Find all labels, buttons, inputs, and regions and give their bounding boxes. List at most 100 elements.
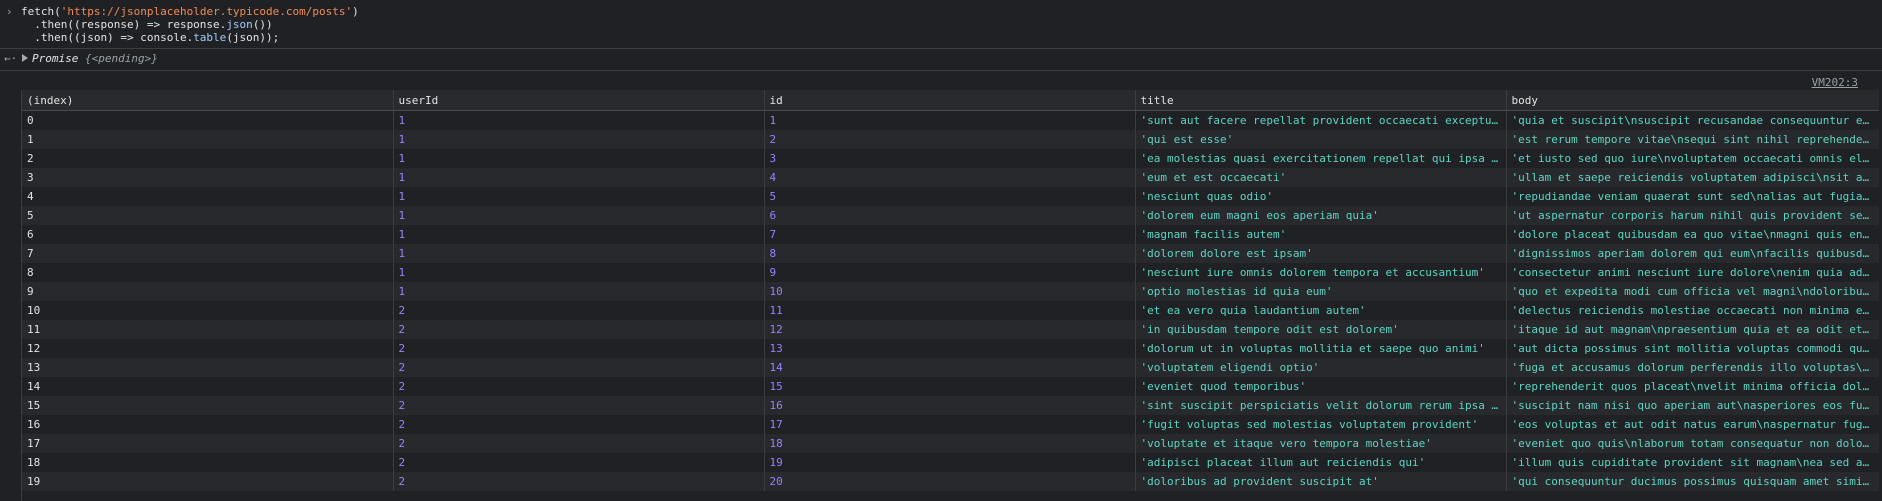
table-row: 5 1 6'dolorem eum magni eos aperiam quia' '… bbox=[22, 206, 1879, 225]
promise-preview[interactable]: Promise {<pending>} bbox=[32, 52, 158, 65]
table-cell: 'ullam et saepe reiciendis voluptatem ad… bbox=[1506, 168, 1879, 187]
table-row: 3 1 4'eum et est occaecati''ullam et saepe… bbox=[22, 168, 1879, 187]
table-cell: 'voluptate et itaque vero tempora molest… bbox=[1135, 434, 1507, 453]
table-cell: 1 bbox=[22, 130, 394, 149]
table-cell: 17 bbox=[22, 434, 394, 453]
table-cell: 'ea molestias quasi exercitationem repel… bbox=[1135, 149, 1507, 168]
code-token: table bbox=[193, 31, 227, 44]
table-cell: 18 bbox=[764, 434, 1136, 453]
table-cell: 2 bbox=[393, 301, 765, 320]
table-cell: 10 bbox=[22, 301, 394, 320]
table-row: 4 1 5'nesciunt quas odio''repudiandae veni… bbox=[22, 187, 1879, 206]
table-cell: 'voluptatem eligendi optio' bbox=[1135, 358, 1507, 377]
table-cell: 1 bbox=[393, 282, 765, 301]
column-header[interactable]: body bbox=[1506, 90, 1879, 111]
table-cell: 'illum quis cupiditate provident sit mag… bbox=[1506, 453, 1879, 472]
code-token: .then((response) => response. bbox=[21, 18, 227, 31]
table-cell: 19 bbox=[22, 472, 394, 491]
result-arrow-icon: ←· bbox=[4, 52, 18, 65]
table-row: 15 2 16'sint suscipit perspiciatis velit d… bbox=[22, 396, 1879, 415]
table-cell: 'doloribus ad provident suscipit at' bbox=[1135, 472, 1507, 491]
table-cell: 'dignissimos aperiam dolorem qui eum\nfa… bbox=[1506, 244, 1879, 263]
table-cell: 'sunt aut facere repellat provident occa… bbox=[1135, 110, 1507, 130]
table-cell: 2 bbox=[393, 320, 765, 339]
table-cell: 'in quibusdam tempore odit est dolorem' bbox=[1135, 320, 1507, 339]
table-row: 16 2 17'fugit voluptas sed molestias volup… bbox=[22, 415, 1879, 434]
code-token: ()) bbox=[252, 18, 273, 31]
entry-divider bbox=[0, 48, 1882, 49]
table-cell: 5 bbox=[764, 187, 1136, 206]
table-cell: 19 bbox=[764, 453, 1136, 472]
table-cell: 2 bbox=[393, 377, 765, 396]
table-cell: 'adipisci placeat illum aut reiciendis q… bbox=[1135, 453, 1507, 472]
table-cell: 1 bbox=[393, 110, 765, 130]
table-cell: 18 bbox=[22, 453, 394, 472]
table-cell: 16 bbox=[22, 415, 394, 434]
table-cell: 'itaque id aut magnam\npraesentium quia … bbox=[1506, 320, 1879, 339]
table-cell: 11 bbox=[764, 301, 1136, 320]
table-cell: 'quo et expedita modi cum officia vel ma… bbox=[1506, 282, 1879, 301]
table-cell: 12 bbox=[22, 339, 394, 358]
devtools-console: › fetch('https://jsonplaceholder.typicod… bbox=[0, 0, 1882, 501]
table-cell: 10 bbox=[764, 282, 1136, 301]
table-row: 18 2 19'adipisci placeat illum aut reicien… bbox=[22, 453, 1879, 472]
table-cell: 2 bbox=[393, 434, 765, 453]
code-line: fetch('https://jsonplaceholder.typicode.… bbox=[21, 5, 359, 19]
table-cell: 2 bbox=[393, 472, 765, 491]
table-cell: 'est rerum tempore vitae\nsequi sint nih… bbox=[1506, 130, 1879, 149]
table-cell: 'dolorem dolore est ipsam' bbox=[1135, 244, 1507, 263]
table-row: 8 1 9'nesciunt iure omnis dolorem tempora … bbox=[22, 263, 1879, 282]
expand-triangle-icon[interactable] bbox=[22, 54, 28, 62]
column-header[interactable]: (index) bbox=[22, 90, 394, 111]
table-row: 1 1 2'qui est esse''est rerum tempore vita… bbox=[22, 130, 1879, 149]
table-cell: 'ut aspernatur corporis harum nihil quis… bbox=[1506, 206, 1879, 225]
table-cell: 15 bbox=[22, 396, 394, 415]
table-row: 2 1 3'ea molestias quasi exercitationem re… bbox=[22, 149, 1879, 168]
table-cell: 'fuga et accusamus dolorum perferendis i… bbox=[1506, 358, 1879, 377]
table-cell: 1 bbox=[393, 187, 765, 206]
table-cell: 2 bbox=[764, 130, 1136, 149]
table-cell: 'quia et suscipit\nsuscipit recusandae c… bbox=[1506, 110, 1879, 130]
table-cell: 2 bbox=[22, 149, 394, 168]
console-input-entry[interactable]: › fetch('https://jsonplaceholder.typicod… bbox=[0, 4, 1882, 48]
table-cell: 20 bbox=[764, 472, 1136, 491]
table-cell: 14 bbox=[22, 377, 394, 396]
code-token: fetch( bbox=[21, 5, 61, 18]
entry-divider bbox=[0, 70, 1882, 71]
table-cell: 'nesciunt iure omnis dolorem tempora et … bbox=[1135, 263, 1507, 282]
column-header[interactable]: id bbox=[764, 90, 1136, 111]
table-cell: 1 bbox=[764, 110, 1136, 130]
table-cell: 2 bbox=[393, 358, 765, 377]
code-line: .then((json) => console.table(json)); bbox=[21, 31, 279, 45]
prompt-chevron-icon: › bbox=[6, 5, 13, 18]
table-row: 10 2 11'et ea vero quia laudantium autem' '… bbox=[22, 301, 1879, 320]
table-row: 12 2 13'dolorum ut in voluptas mollitia et… bbox=[22, 339, 1879, 358]
table-cell: 0 bbox=[22, 110, 394, 130]
table-row: 7 1 8'dolorem dolore est ipsam''dignissimo… bbox=[22, 244, 1879, 263]
table-row: 11 2 12'in quibusdam tempore odit est dolo… bbox=[22, 320, 1879, 339]
source-location-link[interactable]: VM202:3 bbox=[1812, 76, 1858, 89]
table-cell: 6 bbox=[22, 225, 394, 244]
table-cell: 'fugit voluptas sed molestias voluptatem… bbox=[1135, 415, 1507, 434]
table-cell: 5 bbox=[22, 206, 394, 225]
table-cell: 7 bbox=[22, 244, 394, 263]
table-header-row: (index) userId id title body bbox=[22, 90, 1879, 111]
code-token: 'https://jsonplaceholder.typicode.com/po… bbox=[60, 5, 353, 18]
column-header[interactable]: title bbox=[1135, 90, 1507, 111]
table-cell: 'et ea vero quia laudantium autem' bbox=[1135, 301, 1507, 320]
table-row: 0 1 1'sunt aut facere repellat provident o… bbox=[22, 110, 1879, 130]
table-cell: 8 bbox=[764, 244, 1136, 263]
table-cell: 'sint suscipit perspiciatis velit doloru… bbox=[1135, 396, 1507, 415]
table-cell: 'et iusto sed quo iure\nvoluptatem occae… bbox=[1506, 149, 1879, 168]
table-cell: 'eveniet quo quis\nlaborum totam consequ… bbox=[1506, 434, 1879, 453]
promise-label: Promise bbox=[32, 52, 79, 65]
column-header[interactable]: userId bbox=[393, 90, 765, 111]
table-cell: 'consectetur animi nesciunt iure dolore\… bbox=[1506, 263, 1879, 282]
table-cell: 'dolorem eum magni eos aperiam quia' bbox=[1135, 206, 1507, 225]
promise-state: {<pending>} bbox=[84, 52, 158, 65]
console-result-row[interactable]: ←· Promise {<pending>} bbox=[0, 52, 1882, 68]
table-cell: 15 bbox=[764, 377, 1136, 396]
table-cell: 13 bbox=[22, 358, 394, 377]
table-cell: 'dolorum ut in voluptas mollitia et saep… bbox=[1135, 339, 1507, 358]
table-cell: 6 bbox=[764, 206, 1136, 225]
